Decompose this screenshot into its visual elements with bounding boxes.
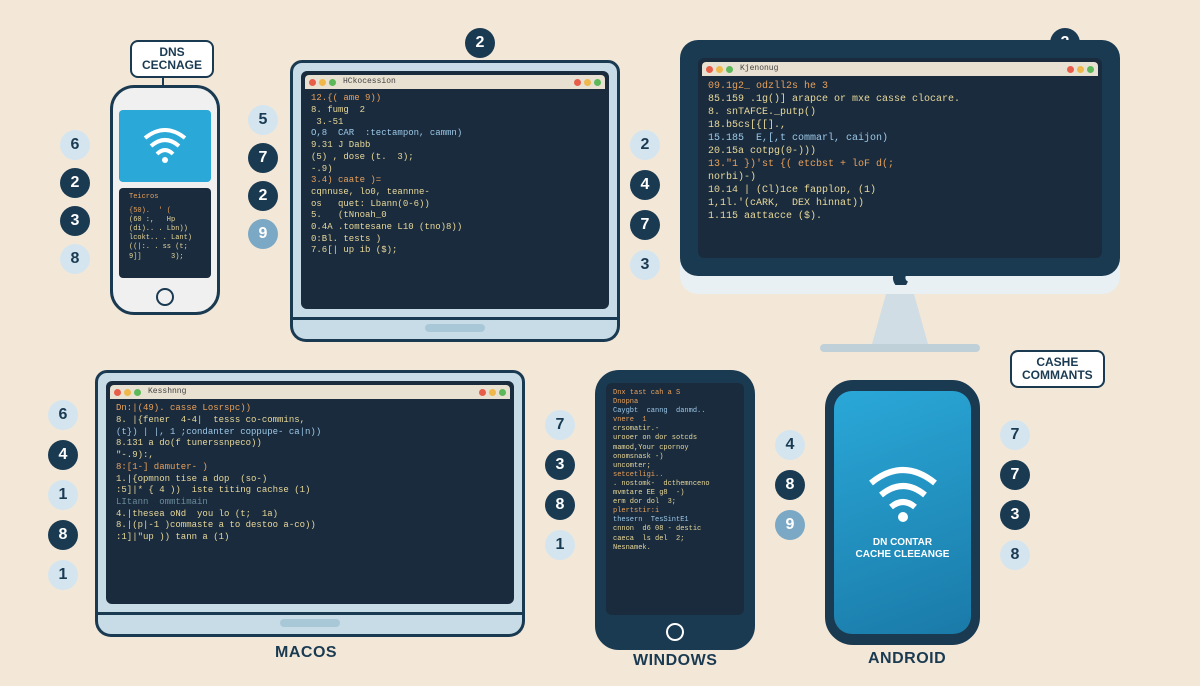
step-badge: 8: [48, 520, 78, 550]
step-badge: 4: [775, 430, 805, 460]
step-badge: 2: [630, 130, 660, 160]
terminal-title: Kjenonug: [740, 64, 778, 74]
step-badge: 7: [1000, 460, 1030, 490]
windows-label: WINDOWS: [633, 652, 717, 670]
step-badge: 9: [775, 510, 805, 540]
imac-terminal: 09.1g2_ odzll2s he 3 85.159 .1g()] arapc…: [702, 76, 1098, 227]
home-button-icon: [666, 623, 684, 641]
step-badge: 7: [545, 410, 575, 440]
step-badge: 7: [248, 143, 278, 173]
dn-contar-label: DN CONTAR CACHE CLEEANGE: [856, 537, 950, 561]
wifi-icon: [140, 126, 190, 166]
ios-terminal-body: {50). ' ( (60 :, Hp (di).. . Lbn)) lcokt…: [123, 203, 207, 266]
step-badge: 1: [48, 480, 78, 510]
step-badge: 2: [465, 28, 495, 58]
step-badge: 1: [545, 530, 575, 560]
cashe-commants-label: CASHE COMMANTS: [1010, 350, 1105, 388]
step-badge: 5: [248, 105, 278, 135]
step-badge: 8: [60, 244, 90, 274]
step-badge: 3: [60, 206, 90, 236]
step-badge: 8: [545, 490, 575, 520]
step-badge: 1: [48, 560, 78, 590]
terminal-title: HCkocession: [343, 77, 396, 87]
step-badge: 6: [60, 130, 90, 160]
macos-label: MACOS: [275, 644, 337, 662]
step-badge: 7: [1000, 420, 1030, 450]
step-badge: 4: [48, 440, 78, 470]
step-badge: 6: [48, 400, 78, 430]
imac-device: 2 Kjenonug 09.1g2_ odzll2s he 3 85.159 .…: [680, 40, 1120, 352]
android-label: ANDROID: [868, 650, 946, 668]
home-button-icon: [156, 288, 174, 306]
step-badge: 2: [60, 168, 90, 198]
step-badge: 9: [248, 219, 278, 249]
top-laptop-terminal: 12.{( ame 9)) 8. fumg 2 3.-51 O,8 CAR :t…: [305, 89, 605, 261]
terminal-title: Dnx tast cah a S Dnopna: [613, 389, 737, 407]
step-badge: 3: [1000, 500, 1030, 530]
step-badge: 8: [1000, 540, 1030, 570]
step-badge: 4: [630, 170, 660, 200]
terminal-title: Kesshnng: [148, 387, 186, 397]
windows-terminal: Caygbt canng danmd.. vnere 1 crsomatir.-…: [613, 407, 737, 553]
step-badge: 8: [775, 470, 805, 500]
bottom-laptop-terminal: Dn:|(49). casse Losrspc)) 8. |{fener 4-4…: [110, 399, 510, 547]
dns-cecnage-label: DNS CECNAGE: [130, 40, 214, 78]
wifi-icon: [863, 465, 943, 525]
step-badge: 3: [545, 450, 575, 480]
step-badge: 2: [248, 181, 278, 211]
step-badge: 3: [630, 250, 660, 280]
step-badge: 7: [630, 210, 660, 240]
terminal-title: Teicros: [127, 192, 207, 203]
